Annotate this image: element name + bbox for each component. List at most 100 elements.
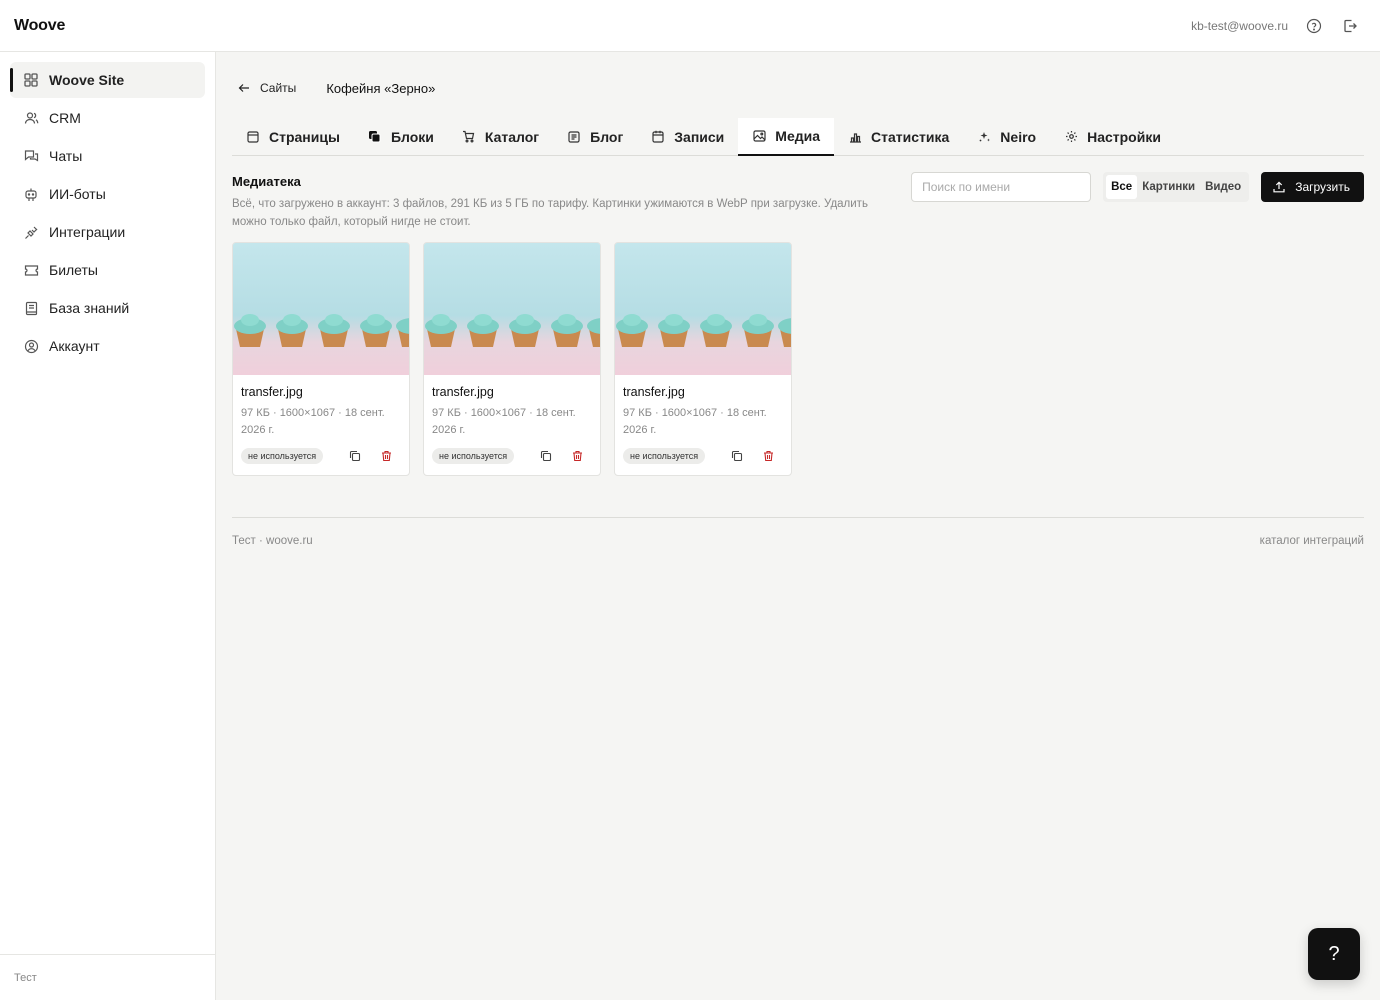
tab-bookings[interactable]: Записи <box>637 118 738 155</box>
sidebar-item-account[interactable]: Аккаунт <box>10 328 205 364</box>
media-thumbnail[interactable] <box>424 243 601 375</box>
upload-button-label: Загрузить <box>1295 180 1350 194</box>
site-title: Кофейня «Зерно» <box>326 80 436 96</box>
top-bar: Woove kb-test@woove.ru <box>0 0 1380 52</box>
media-file-meta: 97 КБ · 1600×1067 · 18 сент. 2026 г. <box>623 407 767 436</box>
tab-label: Статистика <box>871 128 950 145</box>
tab-label: Neiro <box>1000 128 1037 145</box>
media-card-footer: не используется <box>241 448 401 464</box>
sidebar-item-integrations[interactable]: Интеграции <box>10 214 205 250</box>
sidebar: Woove Site CRM Чаты ИИ-боты Интеграции Б… <box>0 52 216 1000</box>
sidebar-item-ai-bots[interactable]: ИИ-боты <box>10 176 205 212</box>
back-to-sites-link[interactable]: Сайты <box>238 81 296 95</box>
tab-label: Блоки <box>390 128 434 145</box>
arrow-left-icon <box>238 84 249 92</box>
users-icon <box>23 110 39 126</box>
back-link-label: Сайты <box>260 81 297 95</box>
app-logo[interactable]: Woove <box>14 17 65 35</box>
sidebar-item-label: Чаты <box>49 148 83 164</box>
media-type-filter: Все Картинки Видео <box>1103 172 1250 202</box>
media-file-name: transfer.jpg <box>432 385 494 399</box>
gear-icon <box>1064 130 1078 144</box>
media-search-input[interactable] <box>911 172 1092 202</box>
blocks-icon <box>368 130 382 144</box>
cart-icon <box>462 130 476 144</box>
media-card-body: transfer.jpg 97 КБ · 1600×1067 · 18 сент… <box>233 375 409 464</box>
blog-icon <box>567 130 581 144</box>
tab-neiro[interactable]: Neiro <box>963 118 1050 155</box>
book-icon <box>23 300 39 316</box>
chart-icon <box>848 130 862 144</box>
filter-images[interactable]: Картинки <box>1137 175 1200 199</box>
sidebar-item-label: Билеты <box>49 262 98 278</box>
media-controls: Все Картинки Видео Загрузить <box>911 172 1364 202</box>
trash-icon[interactable] <box>760 448 776 464</box>
media-card[interactable]: transfer.jpg 97 КБ · 1600×1067 · 18 сент… <box>614 242 792 476</box>
filter-video[interactable]: Видео <box>1200 175 1246 199</box>
sidebar-item-tickets[interactable]: Билеты <box>10 252 205 288</box>
tab-label: Каталог <box>484 128 540 145</box>
breadcrumb: Сайты Кофейня «Зерно» <box>238 78 435 98</box>
account-icon <box>23 338 39 354</box>
copy-icon[interactable] <box>538 448 554 464</box>
media-file-meta: 97 КБ · 1600×1067 · 18 сент. 2026 г. <box>432 407 576 436</box>
tab-label: Медиа <box>775 128 821 144</box>
logout-icon[interactable] <box>1340 16 1360 36</box>
tab-catalog[interactable]: Каталог <box>448 118 553 155</box>
sidebar-item-label: ИИ-боты <box>49 186 106 202</box>
footer-site-link[interactable]: Тест · woove.ru <box>232 535 313 547</box>
user-email: kb-test@woove.ru <box>1191 18 1288 33</box>
page-footer: Тест · woove.ru каталог интеграций <box>232 517 1364 547</box>
site-tabs: Страницы Блоки Каталог Блог Записи Медиа… <box>232 118 1364 156</box>
tab-blog[interactable]: Блог <box>553 118 637 155</box>
sidebar-item-label: Аккаунт <box>49 338 100 354</box>
sidebar-item-label: Интеграции <box>49 224 126 240</box>
tab-label: Записи <box>674 128 725 145</box>
plug-icon <box>23 224 39 240</box>
sidebar-item-chats[interactable]: Чаты <box>10 138 205 174</box>
copy-icon[interactable] <box>729 448 745 464</box>
media-library-title: Медиатека <box>232 174 301 189</box>
usage-badge: не используется <box>623 448 706 464</box>
media-card-body: transfer.jpg 97 КБ · 1600×1067 · 18 сент… <box>424 375 600 464</box>
media-thumbnail[interactable] <box>615 243 792 375</box>
media-card[interactable]: transfer.jpg 97 КБ · 1600×1067 · 18 сент… <box>232 242 410 476</box>
media-card-footer: не используется <box>432 448 592 464</box>
usage-badge: не используется <box>241 448 324 464</box>
sidebar-item-knowledge-base[interactable]: База знаний <box>10 290 205 326</box>
tab-statistics[interactable]: Статистика <box>834 118 963 155</box>
help-chat-button[interactable]: ? <box>1308 928 1360 980</box>
tab-label: Блог <box>590 128 624 145</box>
help-circle-icon[interactable] <box>1304 16 1324 36</box>
upload-icon <box>1273 181 1285 193</box>
media-file-name: transfer.jpg <box>623 385 685 399</box>
trash-icon[interactable] <box>569 448 585 464</box>
media-thumbnail[interactable] <box>233 243 410 375</box>
tab-label: Страницы <box>269 128 340 145</box>
main-content: Сайты Кофейня «Зерно» Страницы Блоки Кат… <box>216 52 1380 1000</box>
media-grid: transfer.jpg 97 КБ · 1600×1067 · 18 сент… <box>232 242 792 476</box>
grid-icon <box>23 72 39 88</box>
media-library-description: Всё, что загружено в аккаунт: 3 файлов, … <box>232 198 868 228</box>
filter-all[interactable]: Все <box>1106 175 1138 199</box>
sidebar-nav: Woove Site CRM Чаты ИИ-боты Интеграции Б… <box>0 52 215 364</box>
tab-settings[interactable]: Настройки <box>1050 118 1175 155</box>
sidebar-footer: Тест <box>0 954 215 1000</box>
tab-pages[interactable]: Страницы <box>232 118 354 155</box>
media-library-header: Медиатека Всё, что загружено в аккаунт: … <box>232 174 892 231</box>
tab-blocks[interactable]: Блоки <box>354 118 448 155</box>
copy-icon[interactable] <box>347 448 363 464</box>
sidebar-item-woove-site[interactable]: Woove Site <box>10 62 205 98</box>
tab-label: Настройки <box>1087 128 1161 145</box>
sidebar-item-label: CRM <box>49 110 81 126</box>
footer-integrations-link[interactable]: каталог интеграций <box>1260 535 1364 547</box>
upload-button[interactable]: Загрузить <box>1261 172 1364 202</box>
trash-icon[interactable] <box>378 448 394 464</box>
ticket-icon <box>23 262 39 278</box>
chat-icon <box>23 148 39 164</box>
sidebar-item-crm[interactable]: CRM <box>10 100 205 136</box>
sparkle-icon <box>977 130 991 144</box>
media-card[interactable]: transfer.jpg 97 КБ · 1600×1067 · 18 сент… <box>423 242 601 476</box>
page-icon <box>246 130 260 144</box>
tab-media[interactable]: Медиа <box>738 118 835 156</box>
